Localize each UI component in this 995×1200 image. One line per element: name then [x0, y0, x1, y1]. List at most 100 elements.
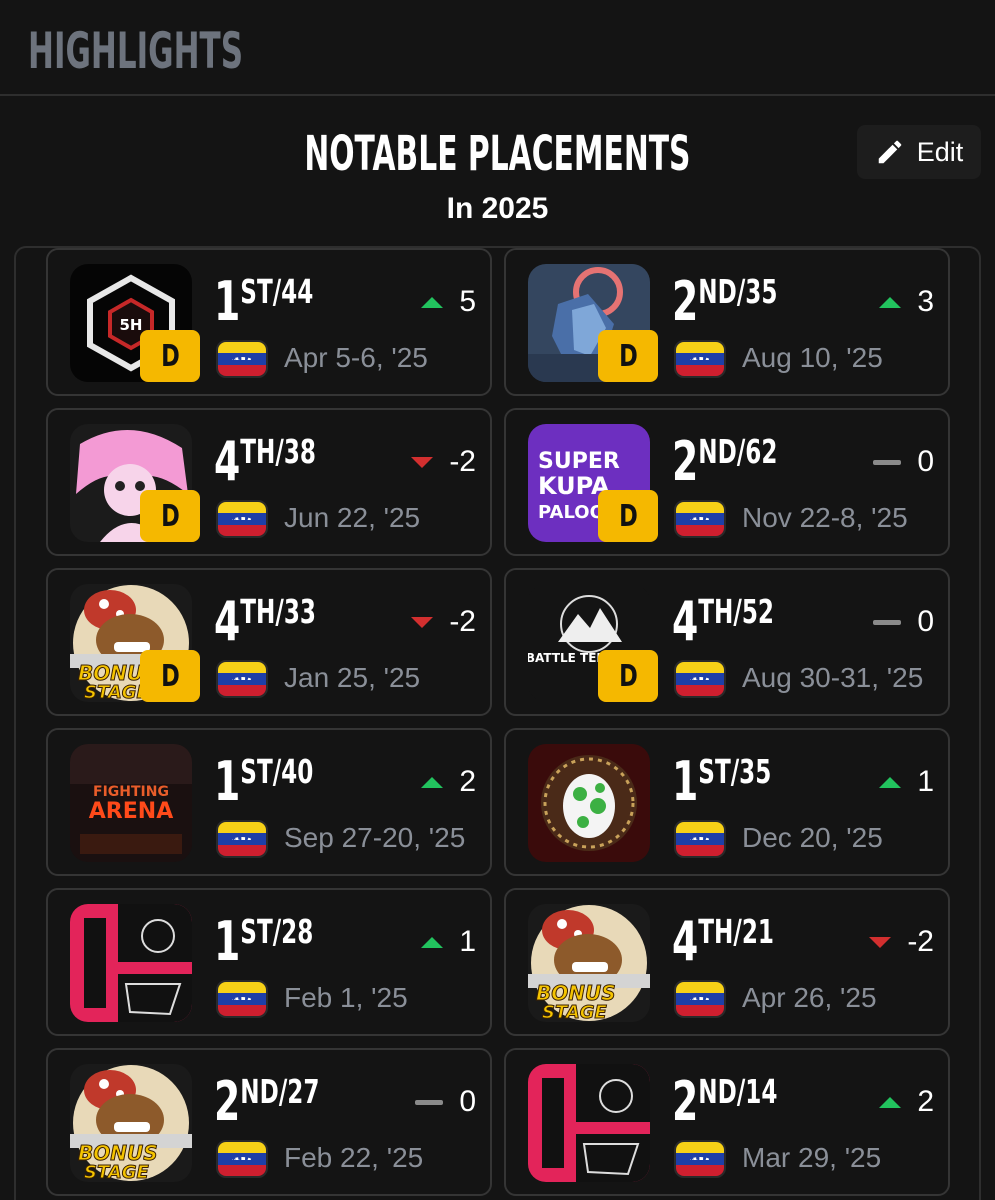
placement-card[interactable]: 5H D 1ST/44 5 Apr 5-6, '25	[46, 248, 492, 396]
rank-change-value: 0	[459, 1085, 476, 1118]
placement-suffix: TH	[698, 592, 734, 631]
placement-total: /14	[736, 1072, 778, 1111]
trend-down-icon	[869, 936, 892, 948]
placement-rank: 4TH/38	[214, 432, 316, 492]
placement-card[interactable]: 2ND/14 2 Mar 29, '25	[504, 1048, 950, 1196]
placement-total: /35	[736, 272, 778, 311]
venezuela-flag-icon	[216, 500, 268, 538]
smash-logo-icon	[70, 904, 192, 1022]
rank-change-value: 1	[917, 765, 934, 798]
edit-button[interactable]: Edit	[857, 125, 981, 179]
placement-total: /62	[736, 432, 778, 471]
rank-change: 2	[879, 1084, 934, 1120]
placements-panel[interactable]: 5H D 1ST/44 5 Apr 5-6, '25 D 2ND/35 3 Au…	[14, 246, 981, 1200]
rank-change: -2	[411, 444, 476, 480]
venezuela-flag-icon	[216, 820, 268, 858]
division-badge: D	[598, 330, 658, 382]
placement-card[interactable]: BONUS STAGE 4TH/21 -2 Apr 26, '25	[504, 888, 950, 1036]
placement-suffix: ST	[240, 912, 273, 951]
placement-suffix: TH	[698, 912, 734, 951]
trend-up-icon	[421, 776, 444, 788]
placement-number: 4	[214, 430, 241, 493]
event-date: Nov 22-8, '25	[742, 502, 908, 533]
rank-change-value: -2	[907, 925, 934, 958]
rank-change-value: 0	[917, 605, 934, 638]
trend-neutral-icon	[873, 619, 902, 625]
event-date: Apr 26, '25	[742, 982, 877, 1013]
event-date: Feb 22, '25	[284, 1142, 424, 1173]
rank-change: -2	[869, 924, 934, 960]
venezuela-flag-icon	[674, 1140, 726, 1178]
trend-neutral-icon	[415, 1099, 444, 1105]
venezuela-flag-icon	[216, 980, 268, 1018]
placement-rank: 1ST/44	[214, 272, 313, 332]
trend-up-icon	[879, 296, 902, 308]
fighting-arena-logo-icon: FIGHTING ARENA	[70, 744, 192, 862]
division-badge: D	[598, 490, 658, 542]
event-date: Jan 25, '25	[284, 662, 421, 693]
event-date: Feb 1, '25	[284, 982, 408, 1013]
placement-rank: 4TH/52	[672, 592, 774, 652]
yoshi-egg-icon	[528, 744, 650, 862]
placement-rank: 2ND/62	[672, 432, 777, 492]
placement-suffix: ND	[698, 1072, 737, 1111]
placement-total: /38	[275, 432, 316, 471]
bonus-line-2: STAGE	[542, 1002, 608, 1022]
bonus-stage-logo-icon: BONUS STAGE	[70, 1064, 192, 1182]
placement-card[interactable]: BONUS STAGE D 4TH/33 -2 Jan 25, '25	[46, 568, 492, 716]
venezuela-flag-icon	[674, 980, 726, 1018]
placement-card[interactable]: D 4TH/38 -2 Jun 22, '25	[46, 408, 492, 556]
rank-change: 5	[421, 284, 476, 320]
rank-change: 1	[421, 924, 476, 960]
rank-change: 0	[415, 1084, 476, 1120]
rank-change-value: 3	[917, 285, 934, 318]
placement-rank: 2ND/27	[214, 1072, 319, 1132]
rank-change: 0	[873, 604, 934, 640]
division-badge: D	[140, 650, 200, 702]
section-title: NOTABLE PLACEMENTS	[0, 126, 995, 182]
placement-number: 2	[214, 1070, 241, 1133]
placement-total: /28	[272, 912, 314, 951]
placement-card[interactable]: FIGHTING ARENA 1ST/40 2 Sep 27-20, '25	[46, 728, 492, 876]
rank-change-value: 0	[917, 445, 934, 478]
kupa-line-1: SUPER	[538, 449, 620, 474]
placement-suffix: TH	[240, 592, 276, 631]
rank-change: 3	[879, 284, 934, 320]
placement-suffix: ND	[240, 1072, 279, 1111]
section-title-text: NOTABLE PLACEMENTS	[304, 126, 691, 182]
placement-number: 4	[672, 590, 699, 653]
placement-number: 1	[214, 910, 241, 973]
rank-change: 0	[873, 444, 934, 480]
trend-up-icon	[421, 936, 444, 948]
event-date: Jun 22, '25	[284, 502, 421, 533]
placement-total: /21	[733, 912, 774, 951]
division-badge: D	[140, 490, 200, 542]
rank-change: -2	[411, 604, 476, 640]
placement-card[interactable]: SUPER KUPA PALOO D 2ND/62 0 Nov 22-8, '25	[504, 408, 950, 556]
placement-number: 1	[214, 270, 241, 333]
division-badge: D	[598, 650, 658, 702]
venezuela-flag-icon	[216, 1140, 268, 1178]
placement-rank: 1ST/28	[214, 912, 313, 972]
event-date: Aug 10, '25	[742, 342, 883, 373]
page-title: HIGHLIGHTS	[28, 22, 244, 80]
top-bar: HIGHLIGHTS	[0, 0, 995, 96]
event-date: Dec 20, '25	[742, 822, 883, 853]
placement-suffix: ST	[698, 752, 731, 791]
rank-change-value: -2	[449, 445, 476, 478]
trend-down-icon	[411, 616, 434, 628]
rank-change-value: 1	[459, 925, 476, 958]
edit-label: Edit	[916, 136, 964, 167]
rank-change: 1	[879, 764, 934, 800]
placement-card[interactable]: 1ST/28 1 Feb 1, '25	[46, 888, 492, 1036]
placement-card[interactable]: BONUS STAGE 2ND/27 0 Feb 22, '25	[46, 1048, 492, 1196]
placement-rank: 2ND/14	[672, 1072, 777, 1132]
placement-rank: 4TH/21	[672, 912, 774, 972]
pencil-icon	[878, 140, 901, 164]
placement-rank: 1ST/35	[672, 752, 771, 812]
placement-card[interactable]: BATTLE TENDENCY D 4TH/52 0 Aug 30-31, '2…	[504, 568, 950, 716]
trend-up-icon	[879, 1096, 902, 1108]
trend-up-icon	[421, 296, 444, 308]
placement-card[interactable]: D 2ND/35 3 Aug 10, '25	[504, 248, 950, 396]
placement-card[interactable]: 1ST/35 1 Dec 20, '25	[504, 728, 950, 876]
